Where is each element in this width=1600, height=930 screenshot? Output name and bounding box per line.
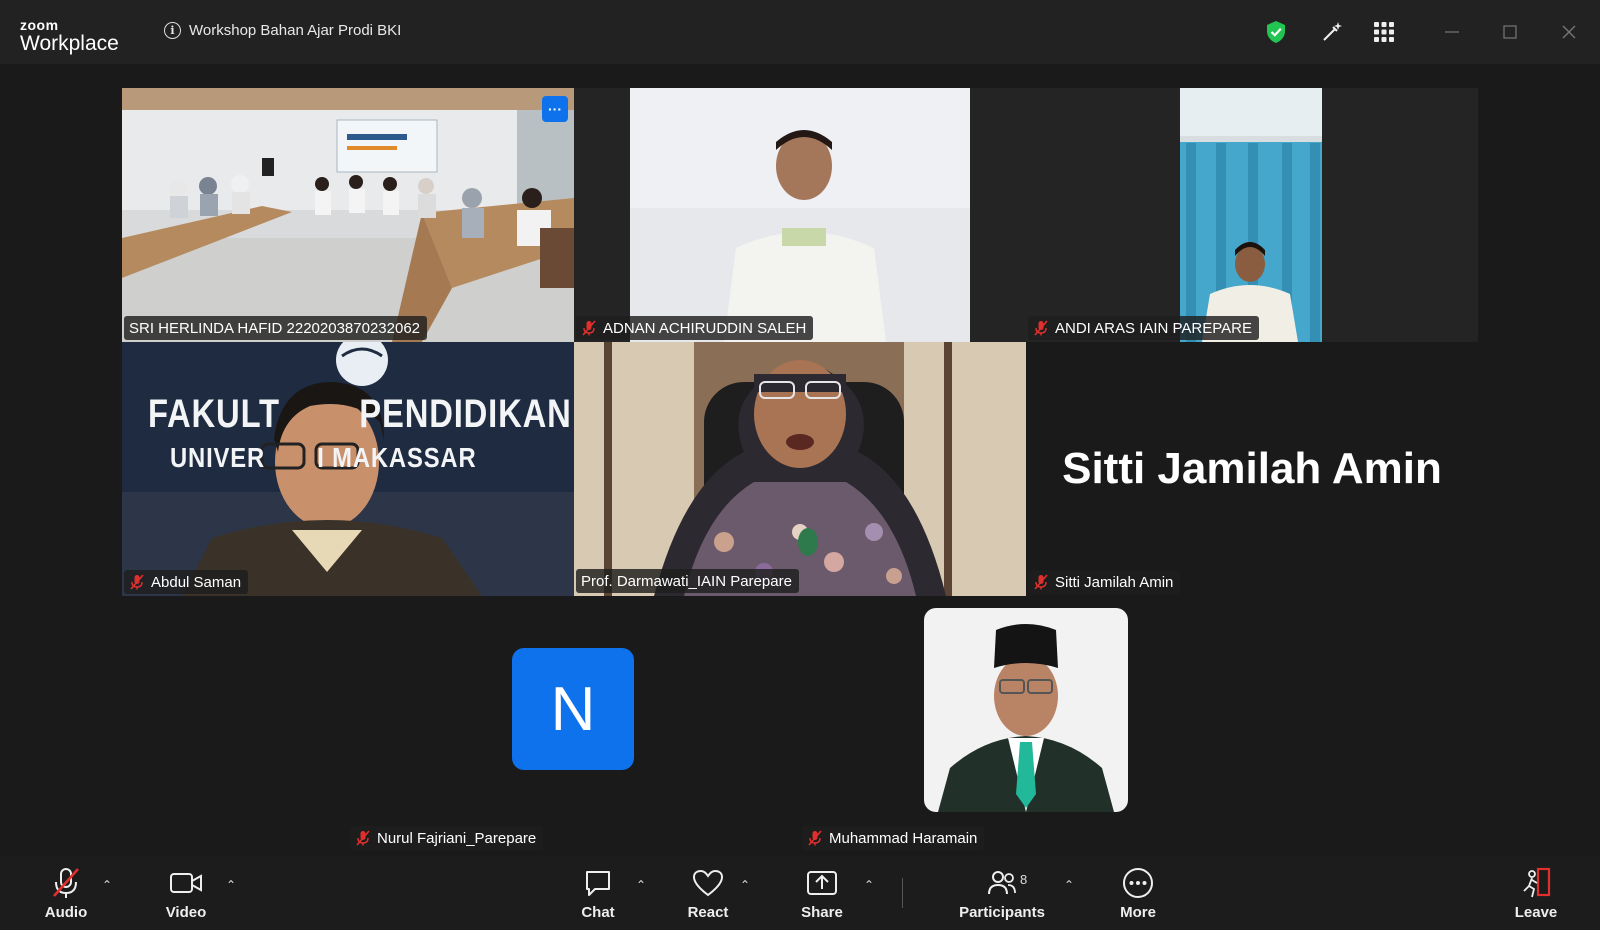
participant-name: Muhammad Haramain	[829, 829, 978, 847]
meeting-controls-toolbar: Audio ⌃ Video ⌃ Chat ⌃ React ⌃ Share ⌃ P…	[0, 856, 1600, 930]
audio-label: Audio	[44, 904, 88, 921]
muted-mic-icon	[51, 866, 81, 900]
participant-name: Sitti Jamilah Amin	[1055, 573, 1174, 591]
brand-bottom: Workplace	[20, 32, 119, 55]
share-button[interactable]: Share	[772, 866, 872, 921]
participant-name: ANDI ARAS IAIN PAREPARE	[1055, 319, 1252, 337]
muted-mic-icon	[1033, 574, 1049, 590]
video-tile-darmawati-active-speaker[interactable]: Prof. Darmawati_IAIN Parepare	[574, 342, 1026, 596]
audio-button[interactable]: Audio	[16, 866, 116, 921]
video-button[interactable]: Video	[136, 866, 236, 921]
video-tile-andi[interactable]: ANDI ARAS IAIN PAREPARE	[1026, 88, 1478, 342]
participant-video	[630, 88, 970, 342]
participants-options-chevron-icon[interactable]: ⌃	[1064, 878, 1074, 892]
video-tile-abdul-saman[interactable]: FAKULT PENDIDIKAN UNIVER I MAKASSAR Abdu…	[122, 342, 574, 596]
video-camera-icon	[169, 866, 203, 900]
conference-room-video	[122, 88, 574, 342]
participant-name-tag: ANDI ARAS IAIN PAREPARE	[1028, 316, 1259, 340]
video-tile-nurul-fajriani[interactable]: N Nurul Fajriani_Parepare	[348, 596, 800, 850]
participant-name-tag: ADNAN ACHIRUDDIN SALEH	[576, 316, 814, 340]
shield-check-icon[interactable]	[1264, 20, 1288, 44]
zoom-logo: zoom Workplace	[20, 18, 119, 54]
magic-pen-icon[interactable]	[1320, 20, 1344, 44]
video-tile-sitti-jamilah-amin[interactable]: Sitti Jamilah Amin Sitti Jamilah Amin	[1026, 342, 1478, 596]
participant-name-tag: Muhammad Haramain	[802, 826, 985, 850]
tile-more-button[interactable]: ···	[542, 96, 568, 122]
video-options-chevron-icon[interactable]: ⌃	[226, 878, 236, 892]
participant-name: Prof. Darmawati_IAIN Parepare	[581, 572, 792, 590]
share-screen-icon	[806, 866, 838, 900]
share-options-chevron-icon[interactable]: ⌃	[864, 878, 874, 892]
chat-button[interactable]: Chat	[548, 866, 648, 921]
muted-mic-icon	[129, 574, 145, 590]
participant-name: Nurul Fajriani_Parepare	[377, 829, 537, 847]
audio-options-chevron-icon[interactable]: ⌃	[102, 878, 112, 892]
video-gallery: ··· SRI HERLINDA HAFID 2220203870232062 …	[0, 64, 1600, 856]
toolbar-divider	[902, 878, 903, 908]
participant-name-tag: Sitti Jamilah Amin	[1028, 570, 1181, 594]
close-icon[interactable]	[1561, 24, 1577, 40]
video-label: Video	[165, 904, 207, 921]
chat-bubble-icon	[583, 866, 613, 900]
brand-top: zoom	[20, 17, 59, 33]
video-tile-adnan[interactable]: ADNAN ACHIRUDDIN SALEH	[574, 88, 1026, 342]
heart-icon	[692, 866, 724, 900]
participants-button[interactable]: Participants	[952, 866, 1052, 921]
video-tile-sri-herlinda[interactable]: ··· SRI HERLINDA HAFID 2220203870232062	[122, 88, 574, 342]
participant-name: SRI HERLINDA HAFID 2220203870232062	[129, 319, 421, 337]
more-button[interactable]: More	[1088, 866, 1188, 921]
participant-name-tag: SRI HERLINDA HAFID 2220203870232062	[124, 316, 428, 340]
react-label: React	[687, 904, 729, 921]
avatar: N	[512, 648, 634, 770]
info-icon[interactable]: i	[164, 22, 181, 39]
participants-count: 8	[1020, 872, 1028, 887]
participant-name-tag: Abdul Saman	[124, 570, 249, 594]
chat-label: Chat	[581, 904, 615, 921]
participant-name-tag: Nurul Fajriani_Parepare	[350, 826, 544, 850]
background-sign-line-1: FAKULT PENDIDIKAN	[148, 392, 572, 436]
profile-photo	[924, 608, 1128, 812]
leave-button[interactable]: Leave	[1486, 866, 1586, 921]
react-button[interactable]: React	[658, 866, 758, 921]
muted-mic-icon	[581, 320, 597, 336]
participant-name: Abdul Saman	[151, 573, 242, 591]
title-bar: zoom Workplace i Workshop Bahan Ajar Pro…	[0, 0, 1600, 64]
muted-mic-icon	[807, 830, 823, 846]
leave-door-icon	[1520, 866, 1552, 900]
video-tile-muhammad-haramain[interactable]: Muhammad Haramain	[800, 596, 1252, 850]
leave-label: Leave	[1514, 904, 1558, 921]
meeting-info[interactable]: i Workshop Bahan Ajar Prodi BKI	[164, 22, 401, 39]
participant-display-name: Sitti Jamilah Amin	[1062, 444, 1442, 493]
muted-mic-icon	[1033, 320, 1049, 336]
muted-mic-icon	[355, 830, 371, 846]
chat-options-chevron-icon[interactable]: ⌃	[636, 878, 646, 892]
participant-name: ADNAN ACHIRUDDIN SALEH	[603, 319, 807, 337]
participants-icon	[987, 866, 1017, 900]
more-label: More	[1120, 904, 1156, 921]
participant-video	[1180, 88, 1322, 342]
participants-label: Participants	[959, 904, 1045, 921]
maximize-icon[interactable]	[1502, 24, 1518, 40]
participant-name-tag: Prof. Darmawati_IAIN Parepare	[576, 569, 799, 593]
share-label: Share	[801, 904, 843, 921]
react-options-chevron-icon[interactable]: ⌃	[740, 878, 750, 892]
background-sign-line-2: UNIVER I MAKASSAR	[170, 442, 477, 473]
meeting-title: Workshop Bahan Ajar Prodi BKI	[189, 22, 402, 39]
more-dots-icon	[1122, 866, 1154, 900]
minimize-icon[interactable]	[1444, 24, 1460, 40]
grid-icon[interactable]	[1372, 20, 1396, 44]
participant-video	[574, 342, 1026, 596]
